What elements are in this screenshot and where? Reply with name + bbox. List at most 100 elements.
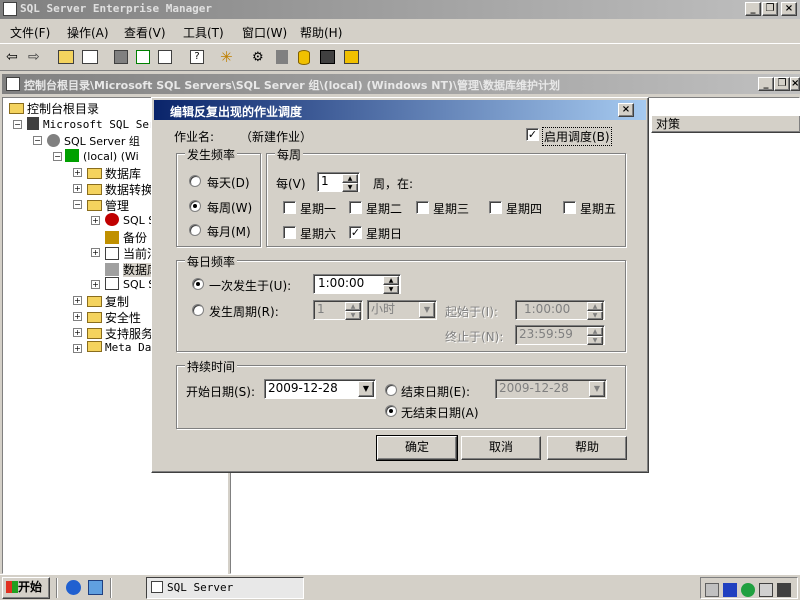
end-date-label[interactable]: 结束日期(E): [401, 383, 470, 400]
tree-collapse-toggle[interactable]: − [73, 200, 82, 209]
thursday-checkbox[interactable] [489, 201, 502, 214]
tree-item-sql-agent[interactable]: SQL S [105, 213, 155, 227]
volume-icon[interactable] [759, 583, 773, 597]
enable-schedule-checkbox[interactable]: ✓ [526, 128, 539, 141]
end-date-picker[interactable]: 2009-12-28 ▼ [495, 379, 607, 399]
spin-down-icon[interactable]: ▼ [345, 311, 361, 320]
spin-up-icon[interactable]: ▲ [587, 302, 603, 311]
daily-radio-label[interactable]: 每天(D) [207, 174, 250, 191]
tuesday-checkbox[interactable] [349, 201, 362, 214]
spin-down-icon[interactable]: ▼ [587, 336, 603, 345]
starting-at-spinner[interactable]: ▲ ▼ [587, 302, 603, 320]
close-button[interactable]: × [781, 2, 797, 16]
tree-item-databases[interactable]: 数据库 [87, 165, 141, 182]
wednesday-checkbox[interactable] [416, 201, 429, 214]
spin-up-icon[interactable]: ▲ [342, 174, 358, 183]
tree-item-dts[interactable]: 数据转换 [87, 181, 153, 198]
saturday-label[interactable]: 星期六 [300, 225, 336, 242]
tree-expand-toggle[interactable]: + [73, 168, 82, 177]
list-column-header[interactable]: 对策 [651, 115, 800, 133]
occurs-every-spinner[interactable]: ▲ ▼ [345, 302, 361, 320]
monday-checkbox[interactable] [283, 201, 296, 214]
occurs-once-label[interactable]: 一次发生于(U): [209, 277, 291, 294]
export-list-icon[interactable] [158, 50, 172, 64]
child-minimize-button[interactable]: _ [758, 77, 774, 91]
tree-expand-toggle[interactable]: + [91, 248, 100, 257]
child-close-button[interactable]: × [790, 77, 800, 91]
network-icon[interactable] [723, 583, 737, 597]
spin-up-icon[interactable]: ▲ [383, 276, 399, 285]
occurs-every-label[interactable]: 发生周期(R): [209, 303, 279, 320]
tree-item-security[interactable]: 安全性 [87, 309, 141, 326]
display-icon[interactable] [777, 583, 791, 597]
occurs-every-unit-select[interactable]: 小时 ▼ [367, 300, 437, 320]
minimize-button[interactable]: _ [745, 2, 761, 16]
ie-icon[interactable] [66, 580, 81, 595]
enable-schedule-label[interactable]: 启用调度(B) [542, 127, 612, 146]
chevron-down-icon[interactable]: ▼ [358, 381, 374, 397]
tree-item-server-group[interactable]: SQL Server 组 [47, 133, 140, 149]
tree-expand-toggle[interactable]: + [73, 328, 82, 337]
spin-down-icon[interactable]: ▼ [587, 311, 603, 320]
occurs-once-radio[interactable] [192, 278, 204, 290]
occurs-once-time-input[interactable]: 1:00:00 ▲ ▼ [313, 274, 401, 294]
wizard-icon[interactable]: ✳ [220, 48, 233, 66]
menu-tools[interactable]: 工具(T) [183, 24, 224, 41]
saturday-checkbox[interactable] [283, 226, 296, 239]
thursday-label[interactable]: 星期四 [506, 200, 542, 217]
tree-expand-toggle[interactable]: + [73, 296, 82, 305]
tree-item-management[interactable]: 管理 [87, 197, 129, 214]
tree-item-local-server[interactable]: (local) (Wi [65, 149, 139, 163]
every-weeks-input[interactable]: 1 ▲ ▼ [317, 172, 360, 192]
tuesday-label[interactable]: 星期二 [366, 200, 402, 217]
no-end-date-radio[interactable] [385, 405, 397, 417]
chevron-down-icon[interactable]: ▼ [419, 302, 435, 318]
menu-view[interactable]: 查看(V) [124, 24, 166, 41]
sunday-checkbox[interactable]: ✓ [349, 226, 362, 239]
spin-up-icon[interactable]: ▲ [587, 327, 603, 336]
tree-collapse-toggle[interactable]: − [13, 120, 22, 129]
task-button-enterprise-manager[interactable]: SQL Server Enterpri... [146, 577, 304, 599]
spin-down-icon[interactable]: ▼ [383, 285, 399, 294]
tree-item-replication[interactable]: 复制 [87, 293, 129, 310]
ending-at-input[interactable]: 23:59:59 ▲ ▼ [515, 325, 605, 345]
friday-checkbox[interactable] [563, 201, 576, 214]
sql-service-manager-icon[interactable] [705, 583, 719, 597]
forward-icon[interactable]: ⇨ [28, 49, 40, 65]
child-restore-button[interactable]: ❐ [774, 77, 790, 91]
tree-collapse-toggle[interactable]: − [33, 136, 42, 145]
tree-expand-toggle[interactable]: + [73, 312, 82, 321]
spin-down-icon[interactable]: ▼ [342, 183, 358, 192]
menu-help[interactable]: 帮助(H) [300, 24, 342, 41]
starting-at-input[interactable]: 1:00:00 ▲ ▼ [515, 300, 605, 320]
tree-expand-toggle[interactable]: + [73, 184, 82, 193]
tree-item-backup[interactable]: 备份 [105, 229, 147, 246]
tree-item-meta-data-services[interactable]: Meta Dat [87, 341, 158, 354]
restore-button[interactable]: ❐ [762, 2, 778, 16]
menu-file[interactable]: 文件(F) [10, 24, 50, 41]
ending-at-spinner[interactable]: ▲ ▼ [587, 327, 603, 345]
every-weeks-spinner[interactable]: ▲ ▼ [342, 174, 358, 192]
back-icon[interactable]: ⇦ [6, 49, 18, 65]
spin-up-icon[interactable]: ▲ [345, 302, 361, 311]
occurs-every-radio[interactable] [192, 304, 204, 316]
end-date-radio[interactable] [385, 384, 397, 396]
new-database-icon[interactable] [298, 50, 310, 65]
no-end-date-label[interactable]: 无结束日期(A) [401, 404, 479, 421]
tree-collapse-toggle[interactable]: − [53, 152, 62, 161]
refresh-icon[interactable] [136, 50, 150, 64]
new-package-icon[interactable] [320, 50, 335, 64]
monthly-radio[interactable] [189, 224, 201, 236]
start-button[interactable]: 开始 [2, 577, 50, 599]
new-login-icon[interactable] [276, 50, 288, 64]
dialog-close-button[interactable]: × [618, 103, 634, 117]
tree-item-console-root[interactable]: 控制台根目录 [9, 100, 99, 117]
show-desktop-icon[interactable] [88, 580, 103, 595]
tree-expand-toggle[interactable]: + [91, 280, 100, 289]
daily-radio[interactable] [189, 175, 201, 187]
tree-item-support-services[interactable]: 支持服务 [87, 325, 153, 342]
tree-item-sql-logs[interactable]: SQL S [105, 277, 155, 291]
start-date-picker[interactable]: 2009-12-28 ▼ [264, 379, 376, 399]
occurs-once-spinner[interactable]: ▲ ▼ [383, 276, 399, 294]
tree-expand-toggle[interactable]: + [73, 344, 82, 353]
